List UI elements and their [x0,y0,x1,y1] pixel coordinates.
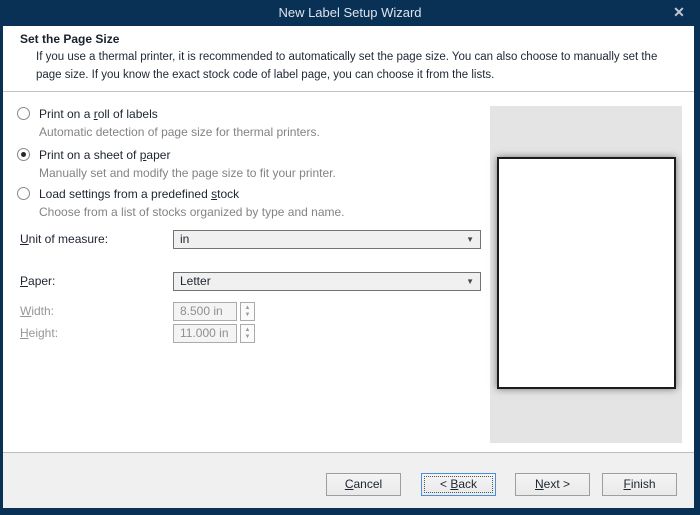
chevron-down-icon[interactable]: ▼ [466,273,474,290]
page-preview-panel [490,106,682,443]
width-field[interactable]: 8.500 in [173,302,237,321]
label-accesskey: U [20,232,29,246]
label-text-part: aper [146,147,171,162]
radio-description: Automatic detection of page size for the… [39,125,320,139]
back-button[interactable]: < Back [421,473,496,496]
option-predefined-stock[interactable]: Load settings from a predefined stock Ch… [17,186,345,219]
label-text-part: idth: [31,304,55,318]
radio-row[interactable]: Print on a roll of labels [17,106,320,121]
radio-label[interactable]: Load settings from a predefined stock [39,187,239,201]
label-text-part: tock [217,186,240,201]
label-accesskey: H [20,326,29,340]
radio-button[interactable] [17,187,30,200]
label-text-part: inish [630,477,656,491]
page-description-line1: If you use a thermal printer, it is reco… [36,51,658,63]
label-text-part: nit of measure: [28,232,109,246]
radio-description: Choose from a list of stocks organized b… [39,205,345,219]
label-text-part: aper: [28,274,56,288]
unit-of-measure-label: Unit of measure: [20,230,108,249]
spinner-up-icon[interactable]: ▲ [241,327,254,334]
paper-dropdown[interactable]: Letter ▼ [173,272,481,291]
label-text-part: ext > [543,477,571,491]
label-accesskey: N [534,477,544,491]
button-bar: Cancel < Back Next > Finish [3,452,694,508]
label-text-part: eight: [28,326,59,340]
label-accesskey: F [623,477,631,491]
label-text-part: ancel [353,477,383,491]
radio-description: Manually set and modify the page size to… [39,166,336,180]
radio-button[interactable] [17,148,30,161]
label-text-part: oll of labels [97,106,158,121]
label-text-part: ack [458,477,478,491]
label-text-part: Print on a sheet of [39,147,140,162]
radio-row[interactable]: Load settings from a predefined stock [17,186,345,201]
width-stepper[interactable]: ▲ ▼ [240,302,255,321]
option-sheet-of-paper[interactable]: Print on a sheet of paper Manually set a… [17,147,336,180]
wizard-content: Print on a roll of labels Automatic dete… [3,93,694,452]
radio-button[interactable] [17,107,30,120]
width-label: Width: [20,302,54,321]
finish-button[interactable]: Finish [602,473,677,496]
radio-row[interactable]: Print on a sheet of paper [17,147,336,162]
wizard-dialog: New Label Setup Wizard ✕ Set the Page Si… [0,0,700,515]
label-text-part: < [439,477,451,491]
spinner-down-icon[interactable]: ▼ [241,334,254,341]
next-button[interactable]: Next > [515,473,590,496]
radio-label[interactable]: Print on a sheet of paper [39,148,170,162]
spinner-down-icon[interactable]: ▼ [241,312,254,319]
dropdown-value: in [180,232,190,246]
radio-label[interactable]: Print on a roll of labels [39,107,158,121]
title-bar: New Label Setup Wizard ✕ [0,0,700,26]
chevron-down-icon[interactable]: ▼ [466,231,474,248]
unit-of-measure-dropdown[interactable]: in ▼ [173,230,481,249]
spinner-up-icon[interactable]: ▲ [241,305,254,312]
page-description-line2: page size. If you know the exact stock c… [36,69,495,81]
height-label: Height: [20,324,58,343]
page-preview [497,157,676,389]
wizard-header: Set the Page Size If you use a thermal p… [3,26,694,92]
window-title: New Label Setup Wizard [278,5,422,20]
page-title: Set the Page Size [20,32,120,46]
cancel-button[interactable]: Cancel [326,473,401,496]
height-field[interactable]: 11.000 in [173,324,237,343]
label-text-part: Load settings from a predefined [39,186,212,201]
label-text-part: Print on a [39,106,94,121]
option-roll-of-labels[interactable]: Print on a roll of labels Automatic dete… [17,106,320,139]
height-stepper[interactable]: ▲ ▼ [240,324,255,343]
paper-label: Paper: [20,272,55,291]
dropdown-value: Letter [180,274,211,288]
label-accesskey: P [20,274,29,288]
dialog-body: Set the Page Size If you use a thermal p… [3,26,694,508]
label-accesskey: W [20,304,32,318]
close-icon[interactable]: ✕ [667,0,691,26]
